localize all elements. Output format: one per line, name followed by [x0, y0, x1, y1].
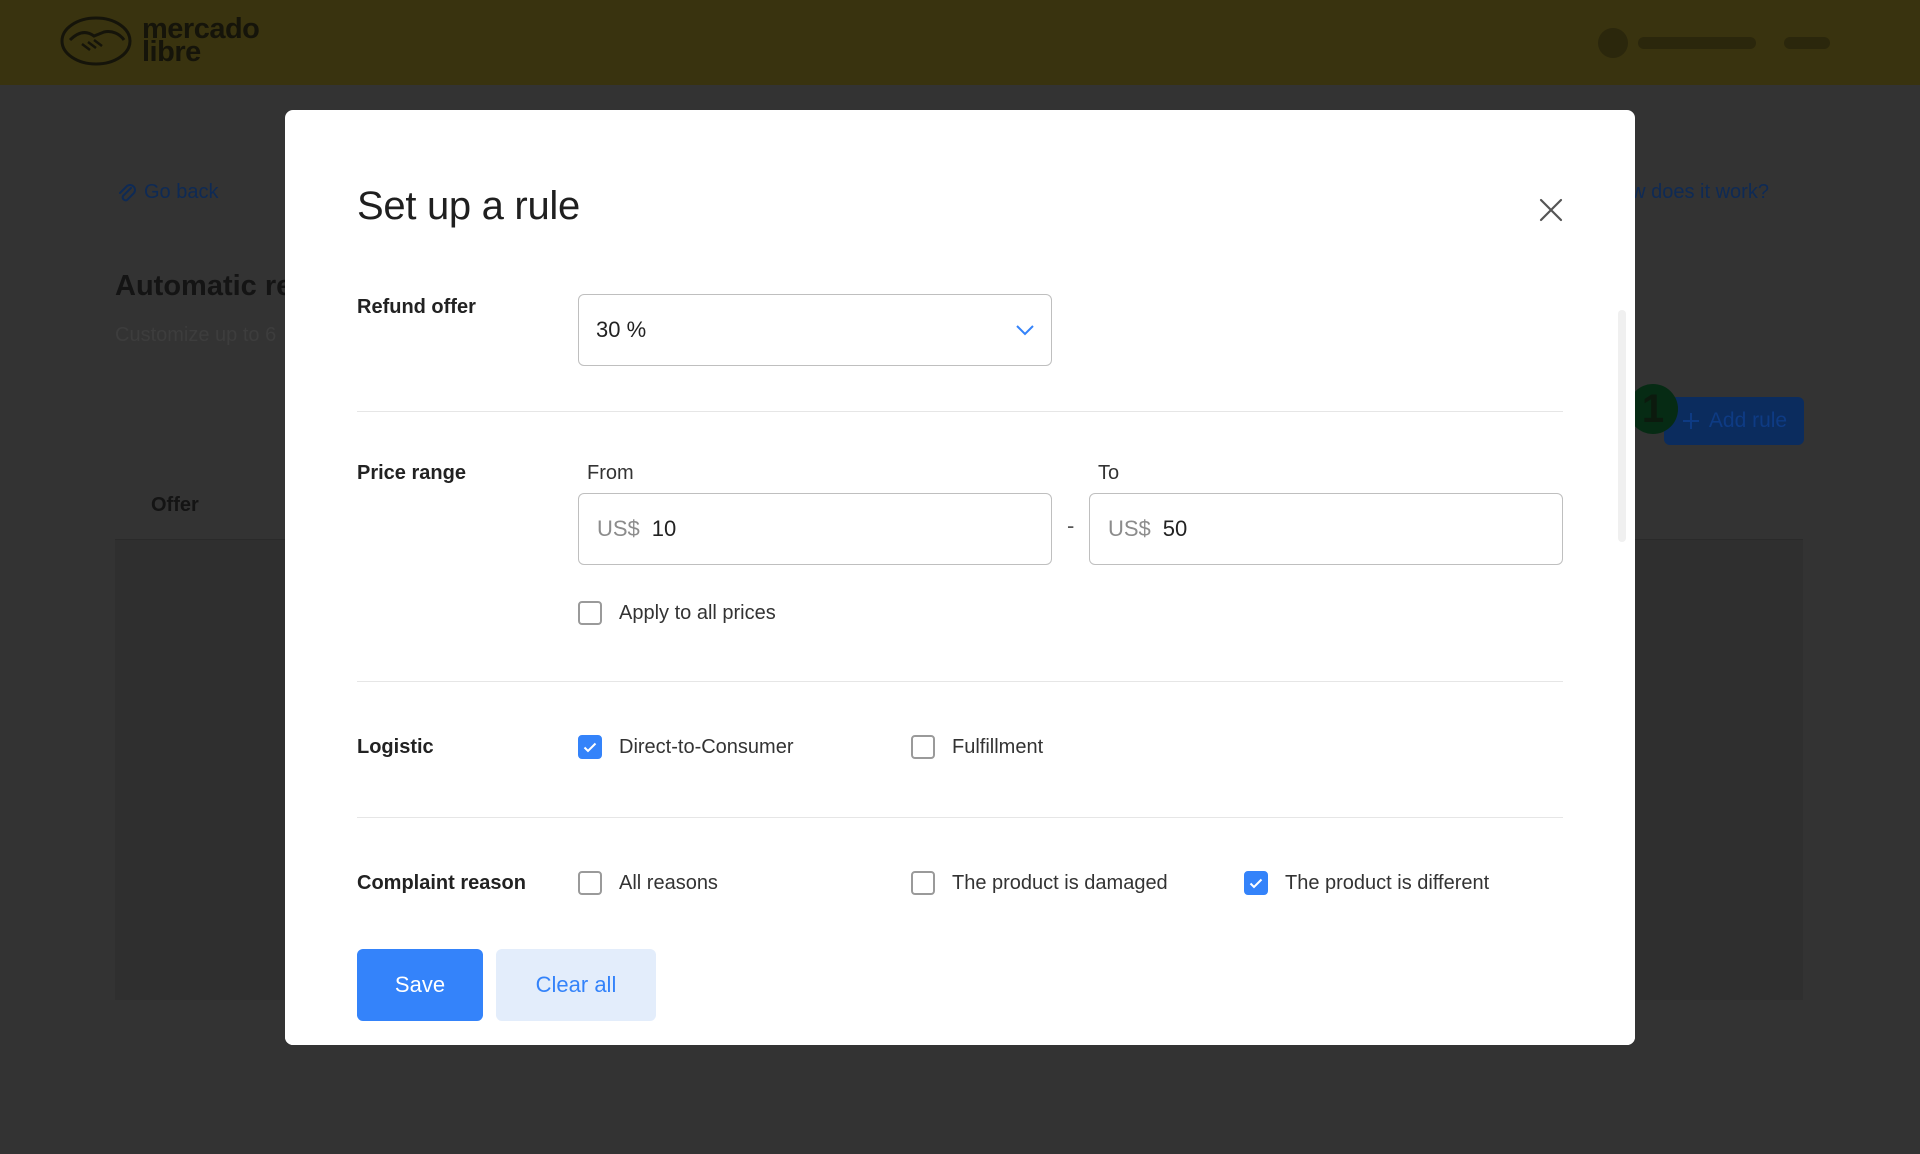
logistic-direct-to-consumer-checkbox[interactable]: Direct-to-Consumer [578, 735, 793, 759]
user-menu-placeholder [1784, 37, 1830, 49]
reason-damaged-checkbox[interactable]: The product is damaged [911, 871, 1168, 895]
step-badge: 1 [1628, 384, 1678, 434]
refund-offer-select[interactable]: 30 % [578, 294, 1052, 366]
complaint-reason-label: Complaint reason [357, 872, 526, 894]
checkbox-box[interactable] [578, 601, 602, 625]
checkmark-icon [1249, 878, 1263, 888]
reason-all-checkbox[interactable]: All reasons [578, 871, 718, 895]
price-to-value: 50 [1162, 516, 1188, 541]
clear-all-button[interactable]: Clear all [496, 949, 656, 1021]
checkbox-box[interactable] [578, 871, 602, 895]
add-rule-button[interactable]: Add rule [1664, 397, 1804, 445]
checkbox-box[interactable] [578, 735, 602, 759]
user-name-placeholder [1638, 37, 1756, 49]
currency-prefix: US$ [1108, 516, 1151, 541]
column-header-offer: Offer [151, 494, 199, 516]
modal-scrollbar[interactable] [1618, 310, 1626, 542]
how-does-it-work-link[interactable]: ow does it work? [1620, 181, 1769, 204]
checkbox-box[interactable] [911, 735, 935, 759]
save-button[interactable]: Save [357, 949, 483, 1021]
reason-option-label: All reasons [619, 871, 718, 894]
currency-prefix: US$ [597, 516, 640, 541]
top-header: mercado libre [0, 0, 1920, 85]
checkmark-icon [583, 742, 597, 752]
close-icon[interactable] [1535, 194, 1567, 226]
checkbox-box[interactable] [1244, 871, 1268, 895]
logistic-label: Logistic [357, 736, 434, 758]
price-from-label: From [587, 462, 634, 484]
mercado-libre-logo[interactable]: mercado libre [60, 15, 260, 67]
modal-footer [285, 925, 1635, 1045]
go-back-label: Go back [144, 181, 219, 203]
reason-option-label: The product is different [1285, 871, 1490, 894]
avatar[interactable] [1598, 28, 1628, 58]
handshake-logo-icon [60, 16, 132, 66]
section-divider [357, 411, 1563, 412]
price-range-label: Price range [357, 462, 466, 484]
modal-title: Set up a rule [357, 184, 580, 228]
page-title: Automatic re [115, 270, 293, 302]
range-separator: - [1067, 513, 1075, 538]
logo-wordmark: mercado libre [142, 15, 260, 67]
price-from-input[interactable]: US$ 10 [578, 493, 1052, 565]
price-to-label: To [1098, 462, 1120, 484]
apply-all-prices-label: Apply to all prices [619, 601, 776, 624]
refund-offer-label: Refund offer [357, 296, 476, 318]
price-to-input[interactable]: US$ 50 [1089, 493, 1563, 565]
reason-different-checkbox[interactable]: The product is different [1244, 871, 1489, 895]
chevron-down-icon [1016, 325, 1034, 336]
logistic-option-label: Fulfillment [952, 735, 1044, 758]
section-divider [357, 681, 1563, 682]
logistic-fulfillment-checkbox[interactable]: Fulfillment [911, 735, 1043, 759]
set-up-rule-modal: Set up a rule Refund offer 30 % Price ra… [285, 110, 1635, 1045]
paperclip-icon [119, 183, 136, 201]
plus-icon [1682, 413, 1699, 429]
page-subtitle: Customize up to 6 [115, 324, 277, 346]
go-back-link[interactable]: Go back [116, 181, 218, 204]
how-does-it-work-label: ow does it work? [1620, 181, 1769, 203]
section-divider [357, 817, 1563, 818]
checkbox-box[interactable] [911, 871, 935, 895]
price-from-value: 10 [651, 516, 677, 541]
apply-all-prices-checkbox[interactable]: Apply to all prices [578, 601, 776, 625]
reason-option-label: The product is damaged [952, 871, 1168, 894]
logistic-option-label: Direct-to-Consumer [619, 735, 794, 758]
refund-offer-value: 30 % [596, 317, 647, 342]
add-rule-label: Add rule [1708, 409, 1788, 432]
